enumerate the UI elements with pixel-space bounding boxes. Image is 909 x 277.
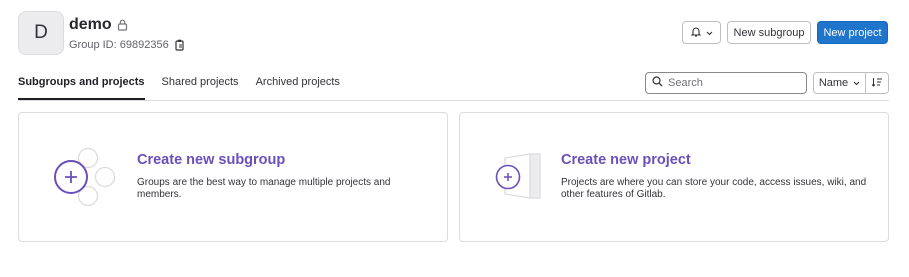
project-illustration-icon bbox=[495, 153, 541, 199]
create-project-description: Projects are where you can store your co… bbox=[561, 177, 867, 200]
lock-icon bbox=[117, 19, 128, 31]
tabs-divider bbox=[18, 100, 889, 101]
create-subgroup-description: Groups are the best way to manage multip… bbox=[137, 177, 391, 200]
create-subgroup-card[interactable]: Create new subgroup Groups are the best … bbox=[18, 112, 448, 242]
new-project-button[interactable]: New project bbox=[817, 21, 888, 44]
chevron-down-icon bbox=[706, 27, 713, 39]
tab-archived-projects[interactable]: Archived projects bbox=[256, 64, 340, 100]
create-project-title[interactable]: Create new project bbox=[561, 152, 691, 168]
sort-dropdown[interactable]: Name bbox=[813, 72, 866, 94]
group-avatar[interactable]: D bbox=[18, 11, 64, 55]
new-subgroup-button[interactable]: New subgroup bbox=[727, 21, 811, 44]
tab-subgroups-and-projects[interactable]: Subgroups and projects bbox=[18, 64, 145, 100]
group-tabs: Subgroups and projects Shared projects A… bbox=[18, 64, 357, 100]
tab-shared-projects[interactable]: Shared projects bbox=[162, 64, 239, 100]
group-name: demo bbox=[69, 16, 128, 34]
create-project-card[interactable]: Create new project Projects are where yo… bbox=[459, 112, 889, 242]
sort-direction-icon bbox=[871, 74, 883, 92]
subgroup-illustration-icon bbox=[54, 147, 116, 207]
chevron-down-icon bbox=[853, 77, 860, 89]
search-box[interactable] bbox=[645, 72, 807, 94]
sort-label: Name bbox=[818, 77, 849, 89]
group-name-text[interactable]: demo bbox=[69, 16, 112, 34]
sort-direction-button[interactable] bbox=[865, 72, 889, 94]
avatar-letter: D bbox=[34, 22, 48, 43]
notification-settings-button[interactable] bbox=[682, 21, 721, 44]
group-id-text: Group ID: 69892356 bbox=[69, 39, 169, 51]
group-id: Group ID: 69892356 bbox=[69, 39, 186, 51]
bell-icon bbox=[690, 26, 701, 40]
search-icon bbox=[652, 74, 663, 92]
search-input[interactable] bbox=[668, 77, 798, 89]
create-subgroup-title[interactable]: Create new subgroup bbox=[137, 152, 285, 168]
copy-icon[interactable] bbox=[175, 39, 186, 51]
